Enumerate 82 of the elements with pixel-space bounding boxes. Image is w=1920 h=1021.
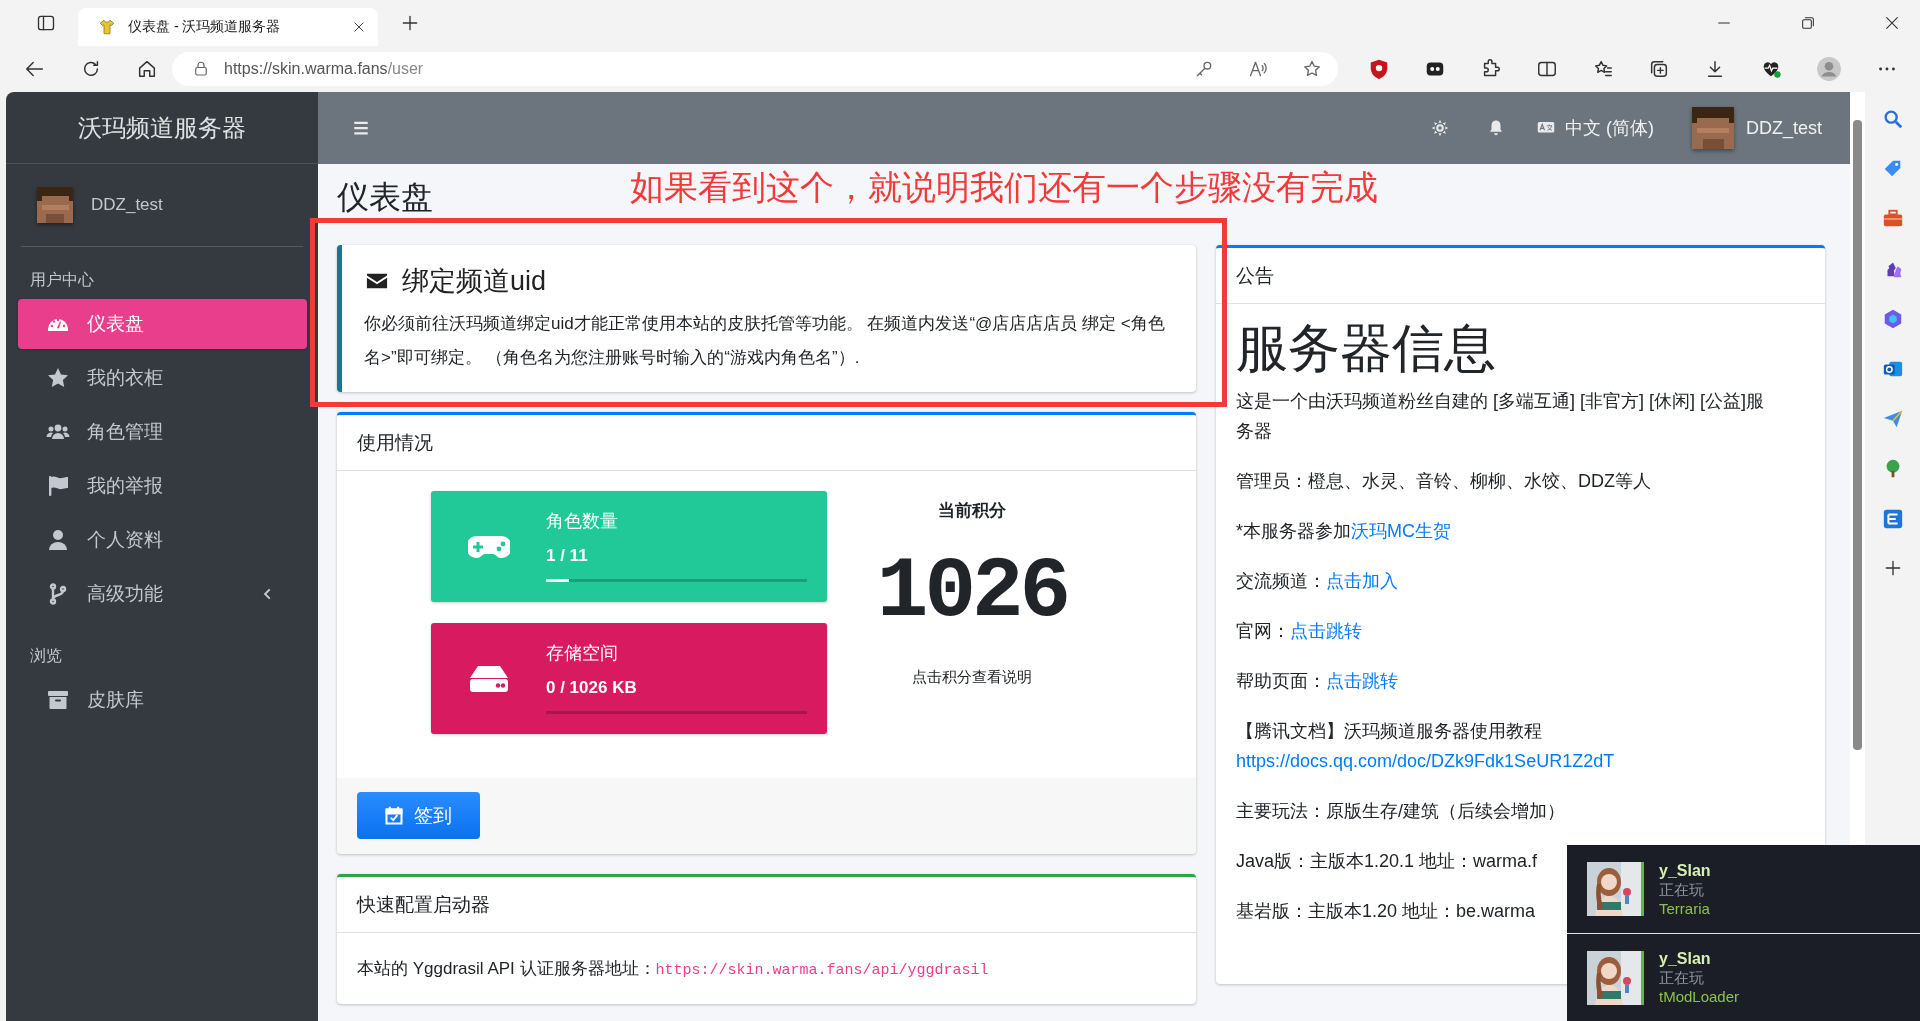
tab-title: 仪表盘 - 沃玛频道服务器 — [128, 18, 282, 36]
calendar-check-icon — [384, 805, 404, 826]
profile-icon[interactable] — [1816, 56, 1842, 82]
score-label: 当前积分 — [937, 500, 1007, 522]
theme-icon[interactable] — [1430, 119, 1449, 137]
card-title: 使用情况 — [337, 415, 1196, 471]
sidebar-item[interactable]: 个人资料 — [18, 515, 307, 565]
stat-label: 存储空间 — [546, 642, 619, 665]
announcement-text: 管理员：橙息、水灵、音铃、柳柳、水饺、DDZ等人 — [1236, 470, 1651, 493]
link[interactable]: https://docs.qq.com/doc/DZk9Fdk1SeUR1Z2dT — [1236, 746, 1615, 776]
announcement-text: 交流频道：点击加入 — [1236, 570, 1398, 593]
announcement-text: 这是一个由沃玛频道粉丝自建的 [多端互通] [非官方] [休闲] [公益]服务器 — [1236, 390, 1765, 443]
editor-icon[interactable] — [1881, 508, 1904, 530]
api-url: https://skin.warma.fans/api/yggdrasil — [655, 962, 989, 979]
link[interactable]: 点击加入 — [1326, 571, 1398, 591]
link[interactable]: 点击跳转 — [1326, 671, 1398, 691]
sidebar-item[interactable]: 我的衣柜 — [18, 353, 307, 403]
announcement-text: 主要玩法：原版生存/建筑（后续会增加） — [1236, 800, 1565, 823]
read-aloud-icon[interactable] — [1248, 59, 1268, 79]
link[interactable]: 点击跳转 — [1290, 621, 1362, 641]
card-title: 快速配置启动器 — [337, 877, 1196, 933]
notice-text: 你必须前往沃玛频道绑定uid才能正常使用本站的皮肤托管等功能。 在频道内发送“@店店店店员 绑定 <角色名>”即可绑定。 （角色名为您注册账号时输入的“游戏内角色名”）. — [364, 313, 1166, 369]
announcement-text: 帮助页面：点击跳转 — [1236, 670, 1398, 693]
card-title: 公告 — [1216, 248, 1825, 304]
star-icon[interactable] — [1302, 59, 1322, 79]
address-bar[interactable]: https://skin.warma.fans/user — [172, 52, 1338, 86]
drive-icon — [468, 664, 509, 693]
annotation-text: 如果看到这个，就说明我们还有一个步骤没有完成 — [630, 167, 1378, 208]
avatar — [1691, 107, 1734, 149]
announcement-text: 官网：点击跳转 — [1236, 620, 1362, 643]
checkin-button[interactable]: 签到 — [357, 792, 480, 839]
user-menu[interactable]: DDZ_test — [1691, 107, 1822, 149]
link[interactable]: 沃玛MC生贺 — [1351, 521, 1451, 541]
close-icon[interactable] — [352, 20, 366, 34]
notification-user: y_Slan — [1659, 860, 1711, 880]
key-icon[interactable] — [1194, 59, 1214, 79]
notification-user: y_Slan — [1659, 949, 1712, 968]
lock-icon — [192, 60, 210, 78]
sidebar-item[interactable]: 仪表盘 — [18, 299, 307, 349]
notification-status: 正在玩 — [1659, 879, 1705, 899]
browser-tab[interactable]: 仪表盘 - 沃玛频道服务器 — [78, 8, 378, 46]
avatar — [37, 187, 73, 223]
section-header: 浏览 — [29, 646, 63, 666]
language-selector[interactable]: 中文 (简体) — [1534, 116, 1654, 140]
announcement-text: Java版：主版本1.20.1 地址：warma.f — [1236, 850, 1538, 873]
announcement-heading: 服务器信息 — [1236, 318, 1497, 379]
notification-status: 正在玩 — [1659, 968, 1705, 987]
sidebar-item[interactable]: 皮肤库 — [18, 675, 307, 725]
page-title: 仪表盘 — [337, 178, 433, 217]
menu-icon[interactable] — [352, 119, 370, 137]
new-tab-icon[interactable] — [400, 13, 420, 33]
announcement-text: *本服务器参加沃玛MC生贺 — [1236, 520, 1451, 543]
notification-game: Terraria — [1659, 898, 1711, 918]
stat-label: 角色数量 — [546, 510, 619, 533]
url-text: https://skin.warma.fans/user — [224, 60, 424, 78]
notification-game: tModLoader — [1659, 987, 1740, 1006]
sidebar-item[interactable]: 高级功能 — [18, 569, 307, 619]
sidebar-item[interactable]: 我的举报 — [18, 461, 307, 511]
user-name[interactable]: DDZ_test — [91, 195, 163, 215]
sidebar-item[interactable]: 角色管理 — [18, 407, 307, 457]
announcement-text: 【腾讯文档】沃玛频道服务器使用教程 — [1236, 720, 1543, 743]
star-icon — [46, 366, 70, 390]
notice-title: 绑定频道uid — [402, 265, 547, 298]
restore-icon[interactable] — [1800, 15, 1816, 31]
home-icon[interactable] — [136, 58, 158, 80]
shield-icon[interactable] — [1368, 58, 1390, 80]
score-hint[interactable]: 点击积分查看说明 — [827, 668, 1117, 687]
scrollbar-thumb[interactable] — [1853, 120, 1862, 750]
shirt-icon — [98, 18, 116, 36]
close-icon[interactable] — [1884, 15, 1900, 31]
gamepad-icon — [467, 533, 510, 560]
stat-value: 1 / 11 — [546, 546, 589, 566]
archive-icon — [46, 688, 70, 712]
sidebar-icon[interactable] — [36, 13, 56, 33]
section-header: 用户中心 — [29, 270, 95, 290]
stat-value: 0 / 1026 KB — [546, 678, 638, 698]
announcement-text: 基岩版：主版本1.20 地址：be.warma — [1236, 900, 1536, 923]
flag-icon — [46, 474, 70, 498]
score-value[interactable]: 1026 — [827, 542, 1117, 642]
config-text: 本站的 Yggdrasil API 认证服务器地址： — [357, 959, 656, 978]
collections-icon[interactable] — [1648, 58, 1670, 80]
user-icon — [46, 528, 70, 552]
